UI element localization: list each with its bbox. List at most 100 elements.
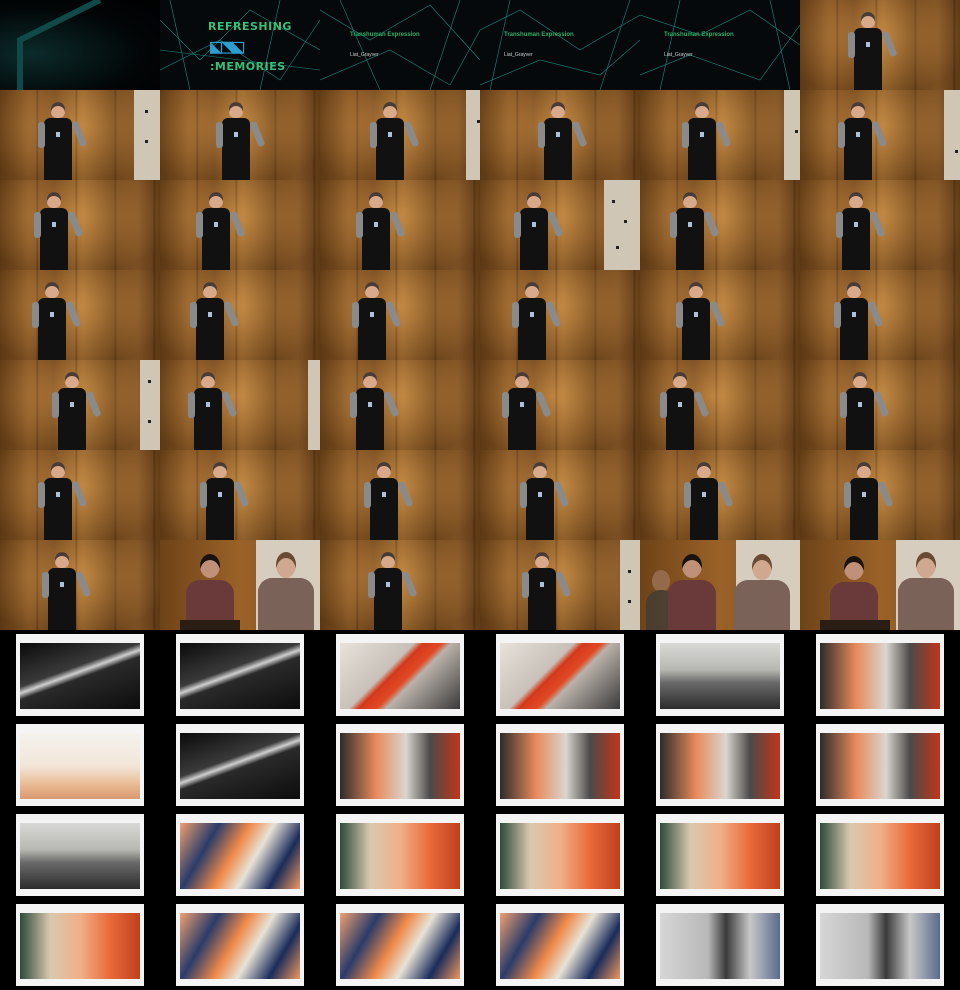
speaker-figure-icon xyxy=(352,282,402,360)
thumbnail-speaker xyxy=(640,360,800,450)
video-frame xyxy=(320,720,480,810)
frame-card xyxy=(176,724,304,806)
speaker-figure-icon xyxy=(216,102,266,180)
thumbnail-speaker xyxy=(320,450,480,540)
abstract-painting-icon xyxy=(340,913,460,979)
logo-line-bottom: :MEMORIES xyxy=(210,60,286,73)
speaker-figure-icon xyxy=(42,552,92,630)
video-frame xyxy=(160,810,320,900)
thumbnail-speaker xyxy=(320,360,480,450)
panelist-figure-icon xyxy=(732,554,792,630)
video-frame xyxy=(0,810,160,900)
panelist-figure-icon xyxy=(896,552,956,630)
talk-title: Transhuman Expression xyxy=(504,32,574,38)
robot-arm-icon xyxy=(660,733,780,799)
video-frame xyxy=(800,720,960,810)
panelist-figure-icon xyxy=(182,554,238,630)
thumbnail-speaker xyxy=(0,270,160,360)
abstract-painting-icon xyxy=(20,913,140,979)
frame-card xyxy=(496,724,624,806)
video-frame xyxy=(480,720,640,810)
speaker-figure-icon xyxy=(684,462,734,540)
frame-card xyxy=(496,634,624,716)
speaker-figure-icon xyxy=(514,192,564,270)
frame-card xyxy=(816,904,944,986)
speaker-figure-icon xyxy=(660,372,710,450)
robot-arm-icon xyxy=(340,733,460,799)
speaker-figure-icon xyxy=(844,462,894,540)
video-frame xyxy=(160,900,320,990)
thumbnail-speaker xyxy=(800,360,960,450)
logo-line-top: REFRESHING xyxy=(208,20,292,33)
frame-card xyxy=(176,904,304,986)
video-frame xyxy=(640,810,800,900)
frame-card xyxy=(336,724,464,806)
speaker-figure-icon xyxy=(196,192,246,270)
speaker-figure-icon xyxy=(840,372,890,450)
thumbnail-speaker xyxy=(640,270,800,360)
thumbnail-speaker xyxy=(480,270,640,360)
video-frame xyxy=(800,900,960,990)
speaker-figure-icon xyxy=(38,102,88,180)
speaker-figure-icon xyxy=(356,192,406,270)
robot-arm-icon xyxy=(20,643,140,709)
thumbnail-speaker xyxy=(480,360,640,450)
panelist-figure-icon xyxy=(826,556,882,630)
network-lines-icon xyxy=(17,0,102,90)
frame-card xyxy=(816,634,944,716)
frame-card xyxy=(656,634,784,716)
artist-portrait-icon xyxy=(660,913,780,979)
thumbnail-speaker xyxy=(160,360,320,450)
thumbnail-speaker xyxy=(0,180,160,270)
talk-author: Liat_Grayver xyxy=(350,52,379,58)
frame-card xyxy=(176,814,304,896)
thumbnail-speaker xyxy=(320,540,480,630)
talk-author: Liat_Grayver xyxy=(664,52,693,58)
thumbnail-speaker xyxy=(0,90,160,180)
robot-arm-icon xyxy=(180,643,300,709)
abstract-painting-icon xyxy=(660,823,780,889)
abstract-painting-icon xyxy=(180,913,300,979)
thumbnail-speaker xyxy=(0,450,160,540)
talk-title: Transhuman Expression xyxy=(664,32,734,38)
thumbnail-speaker xyxy=(640,90,800,180)
frame-card xyxy=(496,814,624,896)
thumbnail-speaker xyxy=(480,540,640,630)
robot-arm-icon xyxy=(340,643,460,709)
thumbnail-speaker xyxy=(320,270,480,360)
frame-card xyxy=(16,724,144,806)
talk-title: Transhuman Expression xyxy=(350,32,420,38)
thumbnail-qa-panel xyxy=(800,540,960,630)
conference-thumbnail-grid: REFRESHING ⬕⬔⬕ :MEMORIES Transhuman Expr… xyxy=(0,0,960,630)
speaker-figure-icon xyxy=(200,462,250,540)
speaker-figure-icon xyxy=(538,102,588,180)
frame-card xyxy=(176,634,304,716)
frame-card xyxy=(656,904,784,986)
speaker-figure-icon xyxy=(364,462,414,540)
speaker-figure-icon xyxy=(512,282,562,360)
video-frame xyxy=(320,630,480,720)
robot-arm-icon xyxy=(660,643,780,709)
thumbnail-speaker xyxy=(800,180,960,270)
network-lines-icon xyxy=(320,0,480,90)
thumbnail-dark-corner xyxy=(0,0,160,90)
thumbnail-talk-card: Transhuman Expression Liat_Grayver xyxy=(640,0,800,90)
thumbnail-speaker xyxy=(480,90,640,180)
video-frame xyxy=(0,900,160,990)
speaker-figure-icon xyxy=(34,192,84,270)
video-frame xyxy=(640,720,800,810)
speaker-figure-icon xyxy=(848,12,898,90)
frame-card xyxy=(816,724,944,806)
thumbnail-speaker xyxy=(480,450,640,540)
frame-card xyxy=(336,814,464,896)
thumbnail-speaker xyxy=(160,270,320,360)
thumbnail-speaker xyxy=(800,450,960,540)
video-frame xyxy=(0,720,160,810)
thumbnail-speaker xyxy=(800,270,960,360)
thumbnail-speaker xyxy=(0,360,160,450)
frame-card xyxy=(656,814,784,896)
speaker-figure-icon xyxy=(350,372,400,450)
thumbnail-speaker xyxy=(320,180,480,270)
speaker-figure-icon xyxy=(834,282,884,360)
thumbnail-speaker xyxy=(480,180,640,270)
